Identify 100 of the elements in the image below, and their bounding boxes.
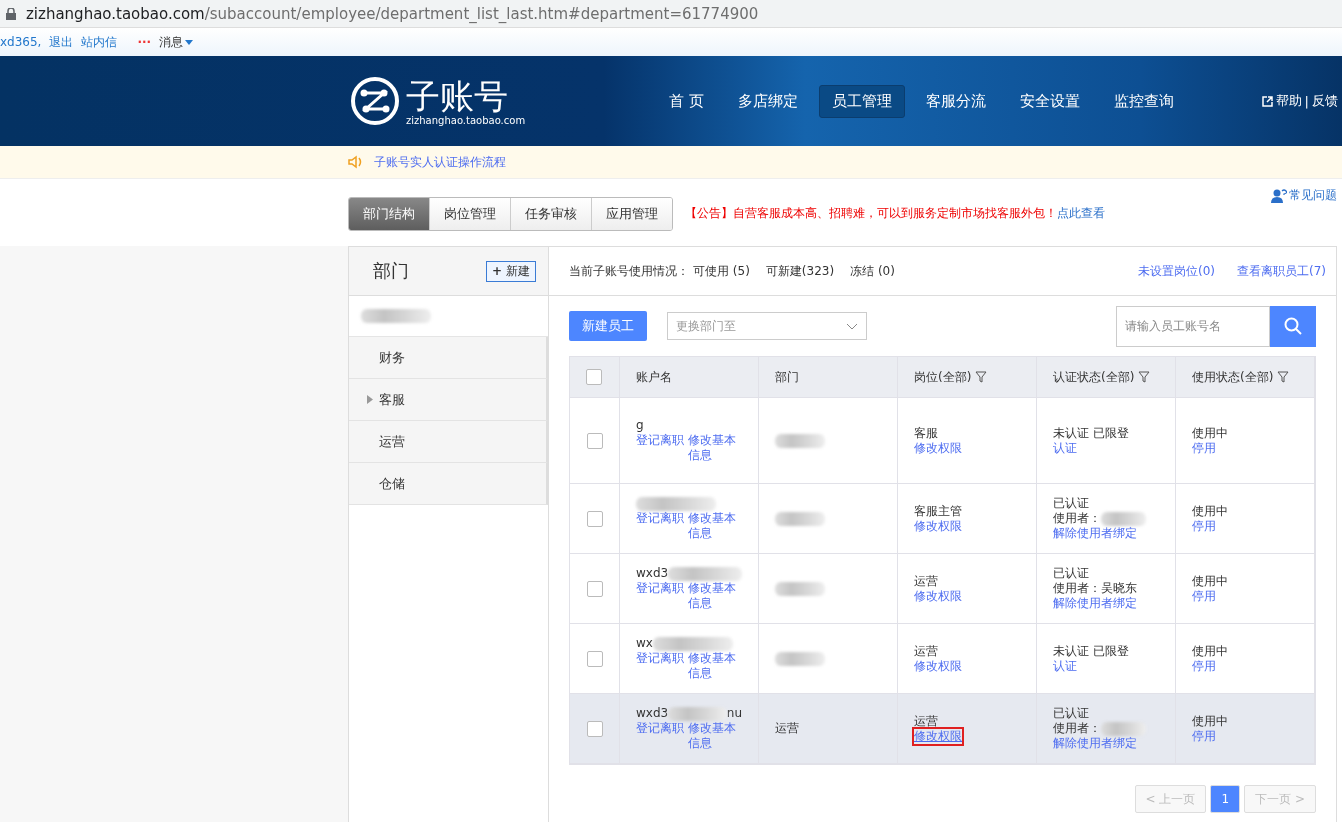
blurred-text — [1101, 721, 1146, 736]
blurred-text — [775, 581, 825, 596]
auth-user: 使用者： — [1053, 511, 1101, 526]
section-tab[interactable]: 任务审核 — [510, 197, 591, 230]
search-button[interactable] — [1270, 305, 1316, 347]
user-question-icon — [1271, 188, 1287, 203]
edit-info-link[interactable]: 修改基本信息 — [687, 510, 742, 541]
filter-icon[interactable] — [975, 371, 988, 383]
edit-permission-link[interactable]: 修改权限 — [914, 440, 962, 456]
blurred-text — [775, 433, 825, 448]
help-link[interactable]: 帮助 — [1275, 92, 1302, 110]
dots-icon: ··· — [137, 35, 152, 49]
role-name: 运营 — [914, 713, 939, 729]
logo-subtitle: zizhanghao.taobao.com — [406, 114, 526, 126]
department-item[interactable]: 仓储 — [349, 463, 548, 505]
auth-status: 未认证 已限登 — [1053, 643, 1130, 659]
move-department-select[interactable]: 更换部门至 — [667, 312, 867, 340]
feedback-link[interactable]: 反馈 — [1312, 92, 1338, 110]
auth-action-link[interactable]: 解除使用者绑定 — [1053, 736, 1137, 751]
resign-link[interactable]: 登记离职 — [636, 651, 684, 665]
username-link[interactable]: xd365, — [0, 35, 42, 49]
edit-permission-link[interactable]: 修改权限 — [914, 518, 962, 534]
chevron-down-icon — [846, 322, 858, 330]
blurred-text — [361, 309, 431, 323]
edit-permission-link[interactable]: 修改权限 — [914, 658, 962, 674]
nav-tab[interactable]: 首 页 — [656, 84, 717, 118]
auth-action-link[interactable]: 解除使用者绑定 — [1053, 596, 1137, 611]
resign-link[interactable]: 登记离职 — [636, 433, 684, 447]
row-checkbox[interactable] — [586, 720, 603, 737]
department-item[interactable]: 客服 — [349, 379, 548, 421]
row-checkbox[interactable] — [586, 650, 603, 667]
speaker-icon — [348, 155, 364, 169]
auth-action-link[interactable]: 认证 — [1053, 440, 1077, 456]
messages-link[interactable]: 消息 — [159, 33, 184, 51]
auth-action-link[interactable]: 认证 — [1053, 658, 1077, 674]
creatable-count: 可新建(323) — [765, 262, 835, 280]
announcement-link[interactable]: 点此查看 — [1057, 206, 1105, 220]
new-employee-button[interactable]: 新建员工 — [569, 311, 647, 341]
row-checkbox[interactable] — [586, 580, 603, 597]
disable-link[interactable]: 停用 — [1192, 658, 1216, 674]
auth-status: 已认证 — [1053, 496, 1090, 511]
disable-link[interactable]: 停用 — [1192, 588, 1216, 604]
nav-tab[interactable]: 多店绑定 — [724, 84, 811, 118]
blurred-text — [775, 651, 825, 666]
nav-tab[interactable]: 客服分流 — [912, 84, 999, 118]
edit-info-link[interactable]: 修改基本信息 — [687, 651, 742, 681]
page-button[interactable]: 1 — [1210, 785, 1241, 813]
department-item[interactable]: 财务 — [349, 337, 548, 379]
auth-status: 已认证 — [1053, 706, 1090, 721]
nav-tab[interactable]: 员工管理 — [818, 84, 905, 118]
usage-status: 使用中 — [1192, 643, 1229, 659]
new-department-button[interactable]: + 新建 — [486, 260, 536, 282]
search-field[interactable]: 请输入员工账号名 — [1116, 305, 1270, 347]
section-tab[interactable]: 部门结构 — [349, 197, 429, 230]
auth-user: 使用者： — [1053, 721, 1101, 736]
row-checkbox[interactable] — [586, 510, 603, 527]
usage-status: 使用中 — [1192, 713, 1229, 729]
auth-action-link[interactable]: 解除使用者绑定 — [1053, 526, 1137, 541]
usage-status: 使用中 — [1192, 573, 1229, 589]
auth-status: 已认证 — [1053, 566, 1090, 581]
department-item[interactable]: 运营 — [349, 421, 548, 463]
resign-link[interactable]: 登记离职 — [636, 581, 684, 595]
department-name: 运营 — [775, 721, 800, 736]
auth-status: 未认证 已限登 — [1053, 425, 1130, 441]
row-checkbox[interactable] — [586, 432, 603, 449]
edit-info-link[interactable]: 修改基本信息 — [687, 433, 742, 463]
resigned-link[interactable]: 查看离职员工(7) — [1237, 262, 1326, 280]
nav-tab[interactable]: 监控查询 — [1100, 84, 1187, 118]
auth-user: 使用者：吴晓东 — [1053, 581, 1137, 596]
edit-info-link[interactable]: 修改基本信息 — [687, 581, 742, 611]
account-name: wx — [636, 636, 653, 651]
filter-icon[interactable] — [1277, 371, 1290, 383]
column-header: 部门 — [775, 369, 799, 385]
unassigned-link[interactable]: 未设置岗位(0) — [1138, 262, 1215, 280]
section-tab[interactable]: 应用管理 — [591, 197, 672, 230]
select-all-checkbox[interactable] — [586, 369, 602, 385]
account-name: wxd3 — [636, 566, 669, 581]
expand-caret-icon[interactable] — [367, 395, 373, 404]
disable-link[interactable]: 停用 — [1192, 440, 1216, 456]
disable-link[interactable]: 停用 — [1192, 728, 1216, 744]
faq-link[interactable]: 常见问题 — [1271, 187, 1337, 204]
notice-link[interactable]: 子账号实人认证操作流程 — [374, 153, 506, 171]
section-tab[interactable]: 岗位管理 — [429, 197, 510, 230]
logout-link[interactable]: 退出 — [49, 33, 74, 51]
disable-link[interactable]: 停用 — [1192, 518, 1216, 534]
edit-permission-link[interactable]: 修改权限 — [914, 588, 962, 604]
logo-title: 子账号 — [406, 76, 509, 115]
blurred-text — [1101, 511, 1146, 526]
resign-link[interactable]: 登记离职 — [636, 721, 684, 735]
nav-tab[interactable]: 安全设置 — [1006, 84, 1093, 118]
resign-link[interactable]: 登记离职 — [636, 510, 684, 525]
filter-icon[interactable] — [1138, 371, 1151, 383]
edit-info-link[interactable]: 修改基本信息 — [687, 721, 742, 751]
edit-permission-link[interactable]: 修改权限 — [914, 728, 962, 744]
column-header: 账户名 — [636, 369, 672, 385]
department-title: 部门 — [373, 259, 409, 283]
announcement: 【公告】自营客服成本高、招聘难，可以到服务定制市场找客服外包！点此查看 — [685, 205, 1105, 222]
search-icon — [1284, 317, 1302, 335]
inbox-link[interactable]: 站内信 — [81, 33, 118, 51]
column-header: 认证状态(全部) — [1053, 369, 1135, 385]
